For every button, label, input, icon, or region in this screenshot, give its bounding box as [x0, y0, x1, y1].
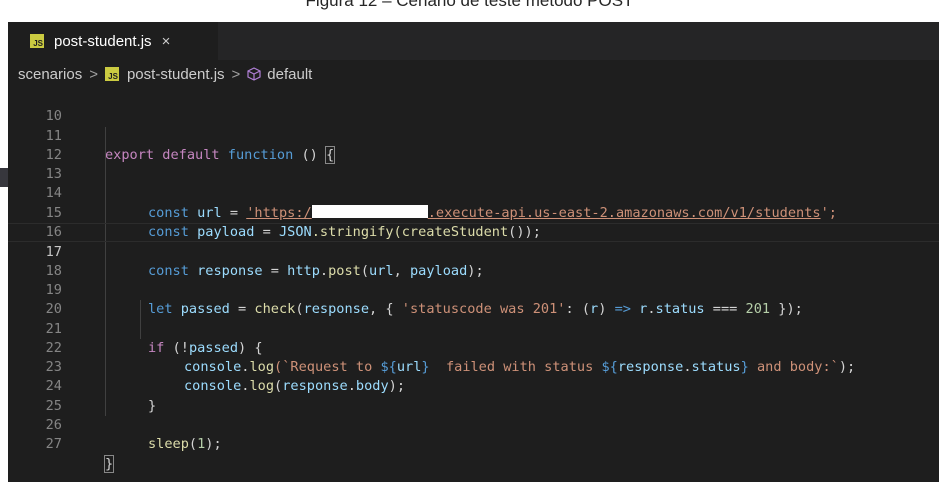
code-line: 26: [8, 396, 939, 433]
code-line: 18 let passed = check(response, { 'statu…: [8, 242, 939, 317]
code-text: }: [103, 454, 115, 473]
breadcrumb-file[interactable]: post-student.js: [127, 66, 225, 83]
js-file-icon: JS: [30, 34, 44, 48]
code-line: 24: [8, 358, 939, 394]
breadcrumb: scenarios > JS post-student.js > default: [8, 60, 939, 88]
activity-bar-indicator: [0, 168, 8, 187]
code-line: 14 const payload = JSON.stringify(create…: [8, 165, 939, 240]
code-area[interactable]: 10 11 export default function () { 12 13…: [8, 88, 939, 473]
code-line: 12: [8, 126, 939, 163]
symbol-method-icon: [247, 67, 261, 81]
code-editor: JS post-student.js × scenarios > JS post…: [0, 22, 939, 482]
tab-post-student[interactable]: JS post-student.js ×: [8, 22, 218, 60]
breadcrumb-symbol[interactable]: default: [267, 66, 312, 83]
tab-title: post-student.js: [54, 32, 152, 50]
code-line: 23 }: [8, 338, 939, 414]
line-number: 27: [45, 436, 62, 453]
code-line: 19: [8, 261, 939, 298]
code-line: 11 export default function () {: [8, 107, 939, 164]
tab-bar: JS post-student.js ×: [8, 22, 939, 60]
code-line: 20 if (!passed) {: [8, 280, 939, 356]
code-line: 27 }: [8, 416, 939, 473]
code-line: 16 const response = http.post(url, paylo…: [8, 203, 939, 279]
code-text: sleep(1);: [148, 436, 222, 453]
code-line: 21 console.log(`Request to ${url} failed…: [8, 300, 939, 375]
breadcrumb-folder[interactable]: scenarios: [18, 66, 82, 83]
code-line: 13 const url = 'https:/.execute-api.us-e…: [8, 145, 939, 221]
close-icon[interactable]: ×: [162, 33, 171, 50]
figure-caption: Figura 12 – Cenário de teste método POST: [305, 0, 634, 10]
chevron-right-icon: >: [89, 65, 98, 83]
code-line-active: 17: [8, 223, 939, 260]
code-line: 15: [8, 184, 939, 221]
code-line: 25 sleep(1);: [8, 377, 939, 452]
chevron-right-icon: >: [231, 65, 241, 83]
js-file-icon: JS: [104, 67, 119, 81]
code-line: 22 console.log(response.body);: [8, 319, 939, 394]
code-line: 10: [8, 88, 939, 124]
